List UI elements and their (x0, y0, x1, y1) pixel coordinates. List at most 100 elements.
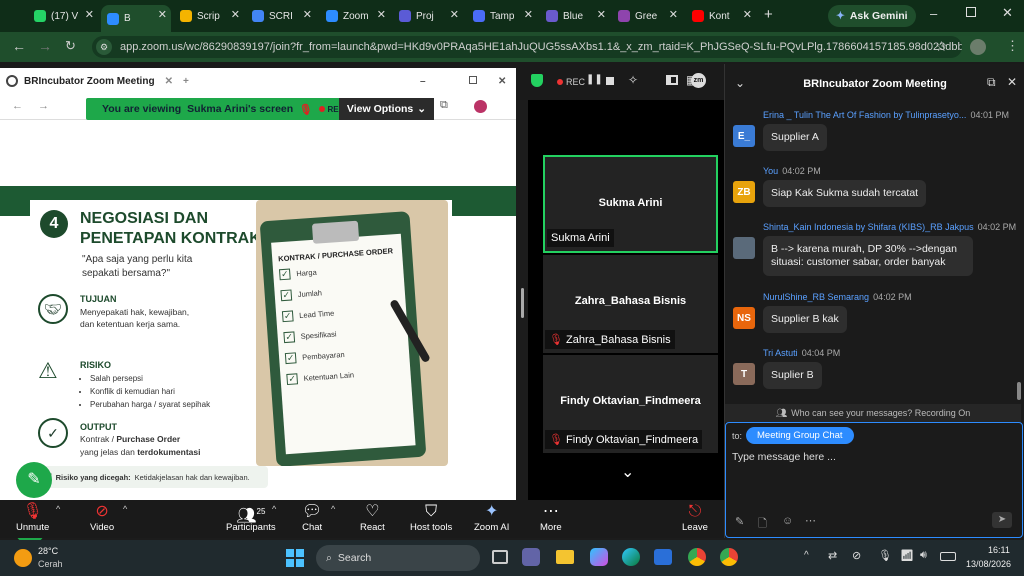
tab-close-icon[interactable]: ✕ (377, 8, 386, 21)
participant-tile[interactable]: Zahra_Bahasa Bisnis 🎙︎ Zahra_Bahasa Bisni… (543, 255, 718, 353)
tab-close-icon[interactable]: ✕ (231, 8, 240, 21)
task-view-icon[interactable] (492, 550, 508, 564)
forward-icon[interactable]: → (38, 38, 52, 54)
tab-close-icon[interactable]: ✕ (450, 8, 459, 21)
profile-avatar[interactable] (970, 39, 986, 55)
security-shield-icon[interactable] (531, 74, 543, 87)
participants-chevron-icon[interactable]: ^ (272, 504, 276, 514)
browser-tab[interactable]: SCRI ✕ (246, 5, 316, 27)
react-button[interactable]: ♡ React (360, 502, 385, 533)
weather-sun-icon[interactable] (14, 549, 32, 567)
layout-view-icon[interactable] (666, 75, 678, 85)
message-input[interactable]: Type message here ... (732, 451, 1016, 501)
popout-icon[interactable]: ⧉ (987, 75, 996, 90)
notifications-muted-icon[interactable]: ⊘ (852, 549, 861, 562)
browser-tab[interactable]: Blue ✕ (540, 5, 610, 27)
more-button[interactable]: ⋯ More (540, 502, 562, 533)
viewing-banner: You are viewing Sukma Arini's screen 🎙︎ … (86, 98, 434, 120)
browser-tab[interactable]: Kont ✕ (686, 5, 756, 27)
format-icon[interactable]: ✎ (735, 515, 744, 528)
tab-close-icon[interactable]: ✕ (743, 8, 752, 21)
copilot-icon[interactable] (590, 548, 608, 566)
zoom-ai-button[interactable]: ✦ Zoom AI (474, 502, 509, 533)
ask-gemini-button[interactable]: ✦ Ask Gemini (828, 5, 916, 27)
message-bubble[interactable]: Supplier A (763, 124, 827, 151)
participant-tile[interactable]: Sukma Arini Sukma Arini (543, 155, 718, 253)
file-icon[interactable]: 🗋︎ (758, 515, 767, 534)
site-info-icon[interactable]: ⚙ (96, 39, 112, 55)
sparkle-icon[interactable]: ✧ (628, 73, 638, 87)
tab-close-icon[interactable]: ✕ (158, 8, 167, 21)
windows-start-icon[interactable] (286, 549, 304, 567)
close-chat-icon[interactable]: ✕ (1007, 75, 1017, 89)
pause-recording-icon[interactable]: ❚❚ (586, 74, 603, 85)
browser-tab[interactable]: (17) V ✕ (28, 5, 98, 27)
browser-menu-icon[interactable]: ⋮ (1006, 38, 1019, 54)
minimize-window-button[interactable]: – (930, 6, 937, 21)
teams-icon[interactable] (522, 548, 540, 566)
edge-icon[interactable] (622, 548, 640, 566)
participant-tile[interactable]: Findy Oktavian_Findmeera 🎙︎ Findy Oktavia… (543, 355, 718, 453)
battery-icon[interactable] (940, 552, 956, 561)
scroll-down-chevron-icon[interactable]: ⌄ (621, 462, 634, 482)
address-bar[interactable]: ⚙ app.zoom.us/wc/86290839197/join?fr_fro… (92, 36, 962, 58)
stop-recording-icon[interactable] (606, 77, 614, 85)
chrome-icon[interactable] (688, 548, 706, 566)
more-options-icon[interactable]: ⋯ (805, 514, 816, 527)
browser-tab[interactable]: Zoom ✕ (320, 5, 390, 27)
message-bubble[interactable]: Supplier B kak (763, 306, 847, 333)
message-time: 04:04 PM (801, 348, 841, 358)
close-window-button[interactable]: ✕ (1002, 5, 1013, 21)
privacy-notice[interactable]: 👥︎ Who can see your messages? Recording … (725, 404, 1021, 422)
wifi-icon[interactable]: 📶︎ (900, 549, 914, 562)
browser-tab[interactable]: Scrip ✕ (174, 5, 244, 27)
tab-close-icon[interactable]: ✕ (597, 8, 606, 21)
tab-close-icon[interactable]: ✕ (303, 8, 312, 21)
tray-overflow-icon[interactable]: ^ (804, 550, 809, 561)
chat-message: Tri Astuti 04:04 PM T Suplier B (733, 348, 1017, 389)
meeting-controls: 🎙︎ Unmute ^ ⊘ Video ^ 👥︎25 Participants ^ 💬… (0, 500, 724, 538)
view-options-button[interactable]: View Options ⌄ (339, 98, 434, 120)
leave-button[interactable]: ⎋ Leave (682, 502, 708, 533)
microphone-icon[interactable]: 🎙︎ (878, 549, 892, 562)
recipient-select[interactable]: Meeting Group Chat (746, 427, 854, 444)
new-tab-button[interactable]: + (764, 6, 773, 23)
unmute-button[interactable]: 🎙︎ Unmute (16, 502, 49, 533)
file-explorer-icon[interactable] (556, 550, 574, 564)
reload-icon[interactable]: ↻ (65, 38, 76, 54)
tab-close-icon[interactable]: ✕ (85, 8, 94, 21)
tab-close-icon[interactable]: ✕ (669, 8, 678, 21)
chat-scrollbar[interactable] (1017, 382, 1021, 400)
participants-button[interactable]: 👥︎25 Participants (226, 502, 276, 533)
emoji-icon[interactable]: ☺ (782, 515, 793, 527)
video-button[interactable]: ⊘ Video (90, 502, 114, 533)
browser-tab[interactable]: Gree ✕ (612, 5, 682, 27)
message-bubble[interactable]: Suplier B (763, 362, 822, 389)
browser-tab[interactable]: B ✕ (101, 5, 171, 32)
browser-tab[interactable]: Tamp ✕ (467, 5, 537, 27)
split-resize-handle[interactable] (521, 288, 524, 318)
sparkle-ai-icon: ✦ (484, 503, 499, 520)
clock-date[interactable]: 13/08/2026 (966, 559, 1011, 569)
store-icon[interactable] (654, 549, 672, 565)
bookmark-star-icon[interactable]: ☆ (935, 38, 948, 55)
volume-icon[interactable]: 🔊︎ (920, 549, 927, 562)
taskbar-search[interactable]: ⌕ Search (316, 545, 480, 571)
audio-options-chevron-icon[interactable]: ^ (56, 504, 60, 514)
chrome-icon-2[interactable] (720, 548, 738, 566)
browser-tab[interactable]: Proj ✕ (393, 5, 463, 27)
network-status-icon[interactable]: ⇄ (828, 549, 837, 562)
message-bubble[interactable]: Siap Kak Sukma sudah tercatat (763, 180, 927, 207)
send-icon[interactable]: ➤ (992, 512, 1012, 528)
clock-time[interactable]: 16:11 (988, 545, 1010, 555)
back-icon[interactable]: ← (12, 38, 26, 54)
video-options-chevron-icon[interactable]: ^ (123, 504, 127, 514)
chat-button[interactable]: 💬︎ Chat (302, 502, 322, 533)
pencil-edit-fab[interactable]: ✎ (16, 462, 52, 498)
message-bubble[interactable]: B --> karena murah, DP 30% -->dengan sit… (763, 236, 973, 276)
checkbox-checked-icon: ✓ (283, 331, 296, 344)
chat-chevron-icon[interactable]: ^ (331, 504, 335, 514)
tab-close-icon[interactable]: ✕ (524, 8, 533, 21)
maximize-window-button[interactable] (966, 7, 976, 17)
host-tools-button[interactable]: ⛉ Host tools (410, 502, 452, 533)
